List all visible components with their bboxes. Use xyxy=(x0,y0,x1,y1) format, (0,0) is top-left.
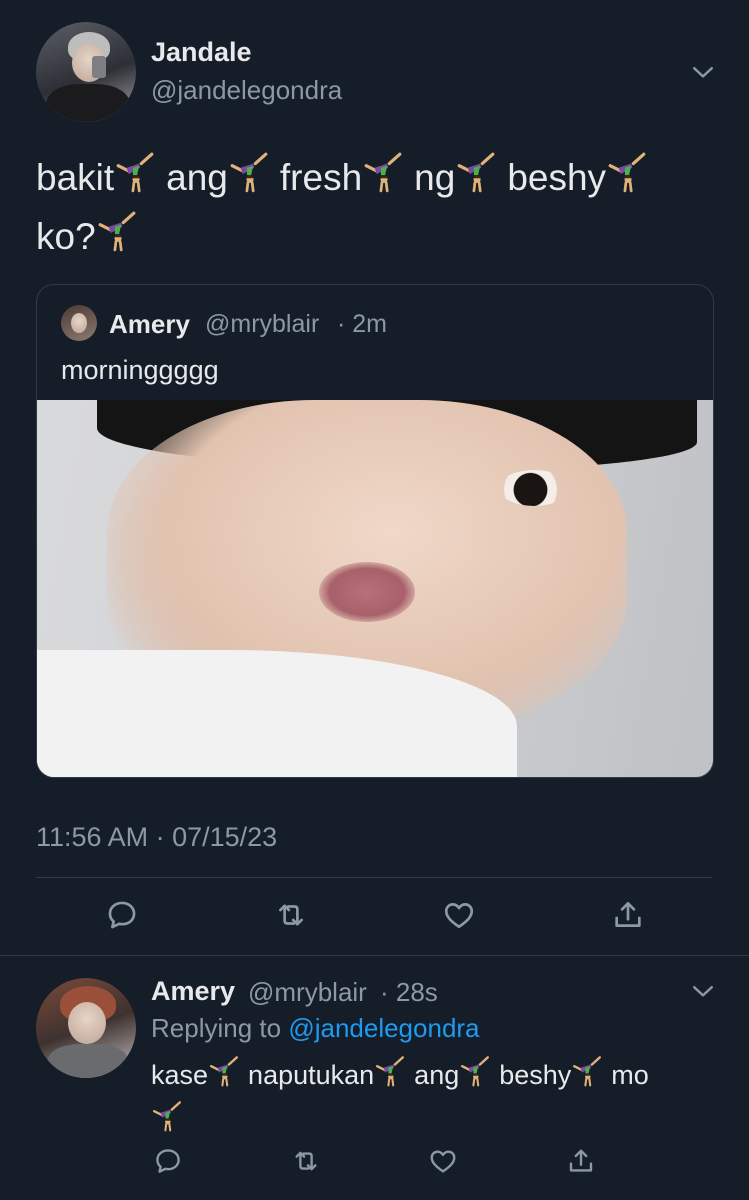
text-word: ko? xyxy=(36,216,96,258)
reply-text: kase naputukan ang beshy mo xyxy=(151,1054,711,1144)
replying-to-handle[interactable]: @jandelegondra xyxy=(288,1013,479,1043)
cartwheel-emoji-icon xyxy=(362,151,404,209)
main-tweet: Jandale @jandelegondra bakit ang fresh ng be… xyxy=(0,0,749,955)
like-button[interactable] xyxy=(441,897,477,933)
author-handle[interactable]: @jandelegondra xyxy=(151,75,342,106)
retweet-icon xyxy=(274,898,308,932)
quoted-avatar xyxy=(61,305,97,341)
reply-time: · 28s xyxy=(380,977,438,1007)
like-icon xyxy=(442,898,476,932)
text-word: mo xyxy=(611,1060,649,1090)
share-button[interactable] xyxy=(610,897,646,933)
text-word: fresh xyxy=(279,157,363,198)
text-word: beshy xyxy=(499,1060,572,1090)
reply-text-line: kase naputukan ang beshy mo xyxy=(151,1054,711,1099)
reply-button[interactable] xyxy=(104,897,140,933)
quoted-photo[interactable] xyxy=(37,400,713,777)
author-avatar[interactable] xyxy=(36,22,136,122)
text-word: kase xyxy=(151,1060,209,1090)
cartwheel-emoji-icon xyxy=(374,1055,406,1099)
reply-reply-button[interactable] xyxy=(150,1143,186,1179)
quoted-author-name: Amery xyxy=(109,309,190,339)
like-icon xyxy=(428,1146,458,1176)
tweet-text-line: ko? xyxy=(36,209,716,268)
share-icon xyxy=(611,898,645,932)
author-name[interactable]: Jandale xyxy=(151,37,252,68)
reply-share-button[interactable] xyxy=(563,1143,599,1179)
cartwheel-emoji-icon xyxy=(571,1055,603,1099)
quoted-tweet-card[interactable]: Amery @mryblair · 2m morninggggg xyxy=(36,284,714,778)
photo-lips xyxy=(319,562,415,622)
text-word: bakit xyxy=(36,157,115,198)
reply-like-button[interactable] xyxy=(425,1143,461,1179)
text-word: ang xyxy=(166,157,228,198)
reply-author-handle[interactable]: @mryblair xyxy=(248,977,367,1008)
replying-to: Replying to @jandelegondra xyxy=(151,1013,480,1044)
reply-icon xyxy=(153,1146,183,1176)
reply-retweet-button[interactable] xyxy=(288,1143,324,1179)
cartwheel-emoji-icon xyxy=(151,1100,183,1144)
quoted-author-handle: @mryblair xyxy=(205,310,320,338)
retweet-icon xyxy=(291,1146,321,1176)
cartwheel-emoji-icon xyxy=(455,151,497,209)
reply-author-name[interactable]: Amery xyxy=(151,976,235,1007)
text-word: ng xyxy=(414,157,456,198)
text-word: beshy xyxy=(507,157,607,198)
replying-to-label: Replying to xyxy=(151,1013,282,1043)
tweet-text: bakit ang fresh ng beshy ko? xyxy=(36,150,716,268)
quoted-text: morninggggg xyxy=(61,355,219,385)
reply-options-chevron-icon[interactable] xyxy=(688,976,718,1006)
tweet-timestamp[interactable]: 11:56 AM · 07/15/23 xyxy=(36,822,277,853)
reply-icon xyxy=(105,898,139,932)
cartwheel-emoji-icon xyxy=(606,151,648,209)
tweet-text-line: bakit ang fresh ng beshy xyxy=(36,150,716,209)
text-word: naputukan xyxy=(248,1060,375,1090)
cartwheel-emoji-icon xyxy=(228,151,270,209)
reply-text-line xyxy=(151,1099,711,1144)
quoted-time: · 2m xyxy=(337,310,387,338)
cartwheel-emoji-icon xyxy=(208,1055,240,1099)
share-icon xyxy=(566,1146,596,1176)
retweet-button[interactable] xyxy=(273,897,309,933)
text-word: ang xyxy=(414,1060,460,1090)
reply-author-avatar[interactable] xyxy=(36,978,136,1078)
cartwheel-emoji-icon xyxy=(114,151,156,209)
options-chevron-icon[interactable] xyxy=(688,57,718,87)
reply-tweet[interactable]: Amery @mryblair · 28s Replying to @jande… xyxy=(0,956,749,1200)
actions-divider xyxy=(36,877,712,878)
cartwheel-emoji-icon xyxy=(459,1055,491,1099)
photo-eye xyxy=(499,470,569,506)
cartwheel-emoji-icon xyxy=(96,210,138,268)
